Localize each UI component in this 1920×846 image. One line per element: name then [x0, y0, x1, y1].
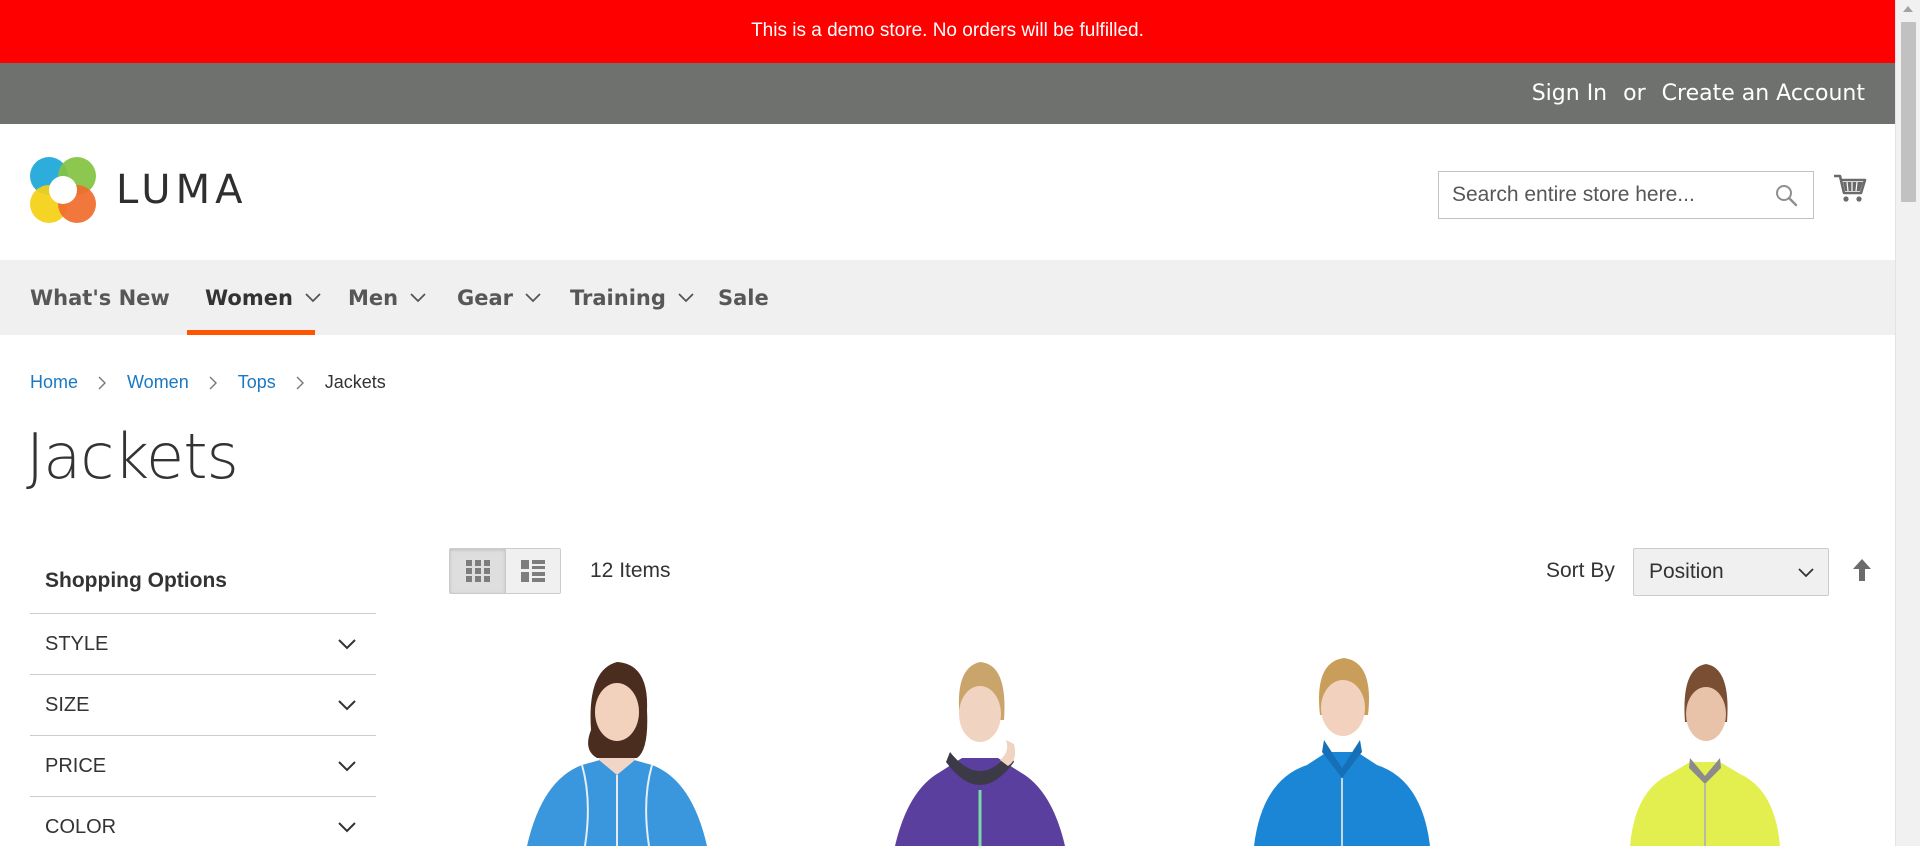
product-image[interactable]	[1575, 640, 1835, 846]
scrollbar-thumb[interactable]	[1901, 22, 1916, 202]
chevron-down-icon	[305, 292, 321, 302]
filter-style[interactable]: STYLE	[30, 614, 376, 675]
chevron-down-icon	[338, 699, 356, 710]
grid-icon	[465, 560, 490, 582]
filter-label: STYLE	[45, 632, 109, 655]
sort-direction-arrow-icon[interactable]	[1852, 558, 1872, 582]
active-nav-indicator	[187, 330, 315, 335]
sidebar-filters: Shopping Options STYLE SIZE PRICE COLOR	[30, 548, 376, 846]
or-separator: or	[1623, 81, 1646, 106]
product-image[interactable]	[850, 640, 1110, 846]
sort-by-label: Sort By	[1546, 559, 1615, 582]
filter-label: PRICE	[45, 754, 107, 777]
sort-by-value: Position	[1649, 560, 1724, 583]
create-account-link[interactable]: Create an Account	[1662, 81, 1865, 106]
header: LUMA	[0, 124, 1895, 260]
nav-item-women[interactable]: Women	[205, 260, 321, 335]
list-icon	[521, 560, 545, 582]
nav-label: Sale	[718, 285, 769, 310]
page-scrollbar[interactable]	[1895, 0, 1920, 846]
product-item[interactable]	[850, 640, 1110, 846]
nav-item-sale[interactable]: Sale	[718, 260, 769, 335]
luma-logo-icon	[30, 157, 96, 223]
product-item[interactable]	[1212, 640, 1472, 846]
filter-label: COLOR	[45, 815, 117, 838]
item-count: 12 Items	[590, 559, 671, 582]
nav-label: Training	[570, 285, 666, 310]
filter-size[interactable]: SIZE	[30, 675, 376, 736]
list-view-button[interactable]	[505, 549, 560, 593]
scroll-up-arrow-icon[interactable]	[1903, 6, 1913, 12]
shopping-cart-icon[interactable]	[1833, 171, 1867, 205]
chevron-down-icon	[338, 638, 356, 649]
page: This is a demo store. No orders will be …	[0, 0, 1895, 846]
product-grid	[449, 640, 1867, 846]
chevron-right-icon	[98, 376, 107, 389]
store-logo[interactable]: LUMA	[30, 157, 247, 223]
chevron-down-icon	[410, 292, 426, 302]
demo-notice-text: This is a demo store. No orders will be …	[751, 20, 1144, 41]
page-title: Jackets	[26, 420, 239, 493]
breadcrumb-home-link[interactable]: Home	[30, 372, 78, 393]
filter-label: SIZE	[45, 693, 90, 716]
main-nav: What's New Women Men Gear Training Sale	[0, 260, 1895, 335]
search-input[interactable]	[1439, 172, 1759, 218]
filter-color[interactable]: COLOR	[30, 797, 376, 846]
nav-label: What's New	[30, 285, 170, 310]
nav-label: Women	[205, 285, 293, 310]
chevron-right-icon	[209, 376, 217, 389]
product-item[interactable]	[487, 640, 747, 846]
shopping-options-title: Shopping Options	[30, 548, 376, 614]
nav-item-gear[interactable]: Gear	[457, 260, 541, 335]
grid-view-button[interactable]	[450, 549, 505, 593]
nav-item-whats-new[interactable]: What's New	[30, 260, 170, 335]
demo-notice-bar: This is a demo store. No orders will be …	[0, 0, 1895, 63]
breadcrumb-tops-link[interactable]: Tops	[238, 372, 276, 393]
nav-label: Men	[348, 285, 399, 310]
logo-text: LUMA	[116, 167, 248, 213]
sort-by-select[interactable]: Position	[1633, 548, 1829, 596]
view-mode-switcher	[449, 548, 561, 594]
product-item[interactable]	[1575, 640, 1835, 846]
search-box	[1438, 171, 1814, 219]
chevron-down-icon	[678, 292, 694, 302]
chevron-down-icon	[338, 821, 356, 832]
nav-item-men[interactable]: Men	[348, 260, 426, 335]
top-links-bar: Sign In or Create an Account	[0, 63, 1895, 124]
breadcrumb-women-link[interactable]: Women	[127, 372, 189, 393]
search-icon[interactable]	[1774, 183, 1798, 207]
chevron-down-icon	[525, 292, 541, 302]
breadcrumb: Home Women Tops Jackets	[30, 372, 386, 393]
filter-price[interactable]: PRICE	[30, 736, 376, 797]
account-links: Sign In or Create an Account	[1532, 63, 1865, 124]
nav-item-training[interactable]: Training	[570, 260, 694, 335]
sign-in-link[interactable]: Sign In	[1532, 81, 1607, 106]
product-image[interactable]	[1212, 640, 1472, 846]
chevron-down-icon	[1798, 568, 1814, 578]
chevron-right-icon	[296, 376, 304, 389]
breadcrumb-current: Jackets	[324, 372, 386, 392]
chevron-down-icon	[338, 760, 356, 771]
products-toolbar: 12 Items Sort By Position	[449, 548, 1871, 596]
product-image[interactable]	[487, 640, 747, 846]
nav-label: Gear	[457, 285, 514, 310]
